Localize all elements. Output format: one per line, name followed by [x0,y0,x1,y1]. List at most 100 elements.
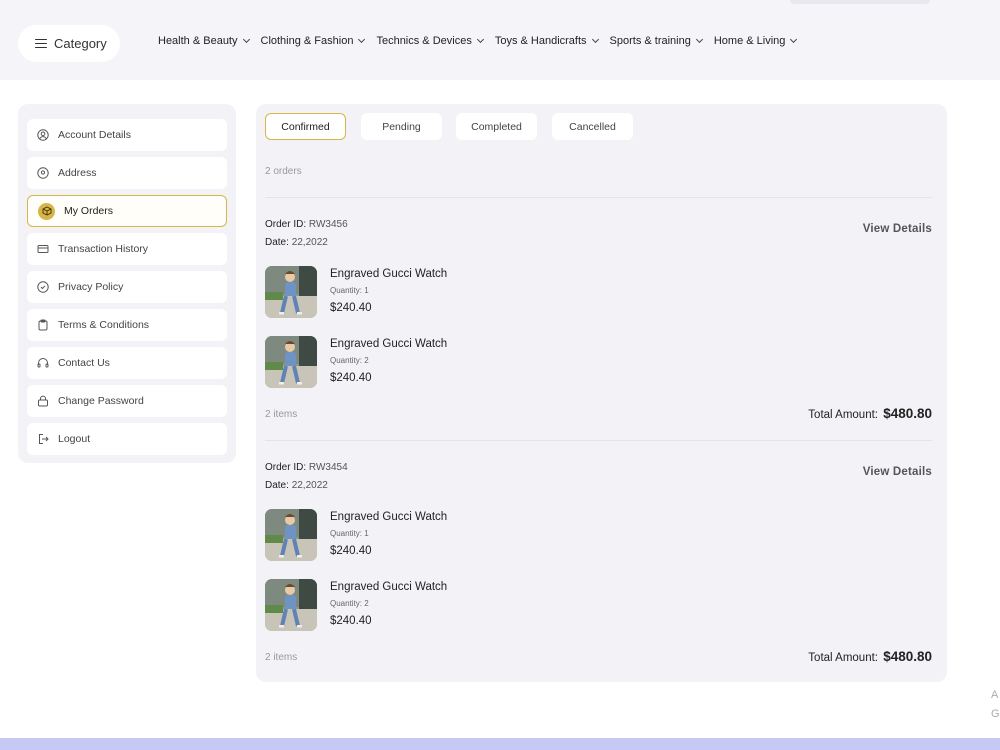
product-info: Engraved Gucci Watch Quantity: 1 $240.40 [330,509,447,561]
sidebar-item-transaction-history[interactable]: Transaction History [27,233,227,265]
chevron-down-icon [358,35,366,44]
order-id-label: Order ID: [265,462,307,473]
product-price: $240.40 [330,615,372,627]
order-id-value: RW3454 [308,462,348,473]
nav-item-clothing-fashion[interactable]: Clothing & Fashion [261,33,366,49]
shield-icon [37,281,49,293]
total-value: $480.80 [883,406,932,421]
order-id-label: Order ID: [265,219,307,230]
nav-item-label: Health & Beauty [158,35,238,47]
edge-text-line: A [991,689,999,701]
product-name: Engraved Gucci Watch [330,511,448,523]
chevron-down-icon [242,35,250,44]
view-details-link[interactable]: View Details [863,466,932,478]
product-price: $240.40 [330,302,372,314]
nav-item-label: Sports & training [609,35,691,47]
sidebar-item-logout[interactable]: Logout [27,423,227,455]
top-bar-edge [790,0,930,4]
orders-panel: Confirmed Pending Completed Cancelled 2 … [256,104,947,682]
logout-icon [37,433,49,445]
nav-item-label: Toys & Handicrafts [494,35,587,47]
view-details-link[interactable]: View Details [863,223,932,235]
order-date: Date: 22,2022 [265,234,932,252]
order-date: Date: 22,2022 [265,477,932,495]
product-name: Engraved Gucci Watch [330,338,448,350]
product-price: $240.40 [330,372,372,384]
product-quantity: Quantity: 1 [330,286,369,295]
chevron-down-icon [476,35,484,44]
product-thumbnail [265,509,317,561]
order-product[interactable]: Engraved Gucci Watch Quantity: 1 $240.40 [265,266,665,318]
box-icon [38,202,55,220]
product-quantity: Quantity: 2 [330,356,369,365]
items-count: 2 items [265,409,298,420]
sidebar-item-contact-us[interactable]: Contact Us [27,347,227,379]
sidebar-item-label: Logout [58,433,91,445]
nav-item-label: Home & Living [713,35,786,47]
sidebar-item-label: Address [58,167,97,179]
order-total: Total Amount: $480.80 [808,406,932,421]
chevron-down-icon [591,35,599,44]
product-info: Engraved Gucci Watch Quantity: 2 $240.40 [330,579,447,631]
nav-item-toys-handicrafts[interactable]: Toys & Handicrafts [494,33,599,49]
product-price: $240.40 [330,545,372,557]
order-total: Total Amount: $480.80 [808,649,932,664]
sidebar-item-change-password[interactable]: Change Password [27,385,227,417]
sidebar-item-terms-conditions[interactable]: Terms & Conditions [27,309,227,341]
order-date-label: Date: [265,480,289,491]
sidebar-item-label: Change Password [58,395,144,407]
tab-confirmed[interactable]: Confirmed [265,113,346,140]
order-product[interactable]: Engraved Gucci Watch Quantity: 2 $240.40 [265,579,665,631]
account-sidebar: Account Details Address My Orders Transa… [18,104,236,463]
tab-completed[interactable]: Completed [456,113,537,140]
total-label: Total Amount: [808,409,878,421]
category-button[interactable]: Category [18,25,120,62]
tab-pending[interactable]: Pending [361,113,442,140]
sidebar-item-my-orders[interactable]: My Orders [27,195,227,227]
product-name: Engraved Gucci Watch [330,268,448,280]
items-count: 2 items [265,652,298,663]
sidebar-item-privacy-policy[interactable]: Privacy Policy [27,271,227,303]
nav-item-technics-devices[interactable]: Technics & Devices [376,33,484,49]
category-nav: Health & Beauty Clothing & Fashion Techn… [158,33,808,49]
nav-item-home-living[interactable]: Home & Living [713,33,798,49]
hamburger-menu-icon [35,39,47,48]
orders-count: 2 orders [265,166,302,177]
sidebar-item-label: Terms & Conditions [58,319,150,331]
chevron-down-icon [695,35,703,44]
lock-icon [37,395,49,407]
product-info: Engraved Gucci Watch Quantity: 1 $240.40 [330,266,447,318]
location-pin-icon [37,167,49,179]
footer-bar [0,738,1000,750]
chevron-down-icon [790,35,798,44]
order-card: Order ID: RW3454 Date: 22,2022 View Deta… [265,459,932,671]
order-product[interactable]: Engraved Gucci Watch Quantity: 1 $240.40 [265,509,665,561]
product-thumbnail [265,336,317,388]
product-quantity: Quantity: 2 [330,599,369,608]
sidebar-item-account-details[interactable]: Account Details [27,119,227,151]
product-quantity: Quantity: 1 [330,529,369,538]
headphones-icon [37,357,49,369]
order-date-value: 22,2022 [291,480,328,491]
card-icon [37,243,49,255]
product-thumbnail [265,579,317,631]
nav-item-sports-training[interactable]: Sports & training [609,33,703,49]
tab-cancelled[interactable]: Cancelled [552,113,633,140]
product-thumbnail [265,266,317,318]
order-card: Order ID: RW3456 Date: 22,2022 View Deta… [265,216,932,428]
order-date-label: Date: [265,237,289,248]
order-product[interactable]: Engraved Gucci Watch Quantity: 2 $240.40 [265,336,665,388]
sidebar-item-label: My Orders [64,205,114,217]
divider [265,197,932,198]
order-id: Order ID: RW3456 [265,216,932,234]
nav-item-health-beauty[interactable]: Health & Beauty [158,33,250,49]
top-navigation-bar: Category Health & Beauty Clothing & Fash… [0,0,1000,80]
user-circle-icon [37,129,49,141]
sidebar-item-label: Account Details [58,129,131,141]
sidebar-item-label: Contact Us [58,357,110,369]
sidebar-item-address[interactable]: Address [27,157,227,189]
order-meta: Order ID: RW3454 Date: 22,2022 [265,459,932,495]
total-label: Total Amount: [808,652,878,664]
clipboard-icon [37,319,49,331]
nav-item-label: Technics & Devices [376,35,472,47]
